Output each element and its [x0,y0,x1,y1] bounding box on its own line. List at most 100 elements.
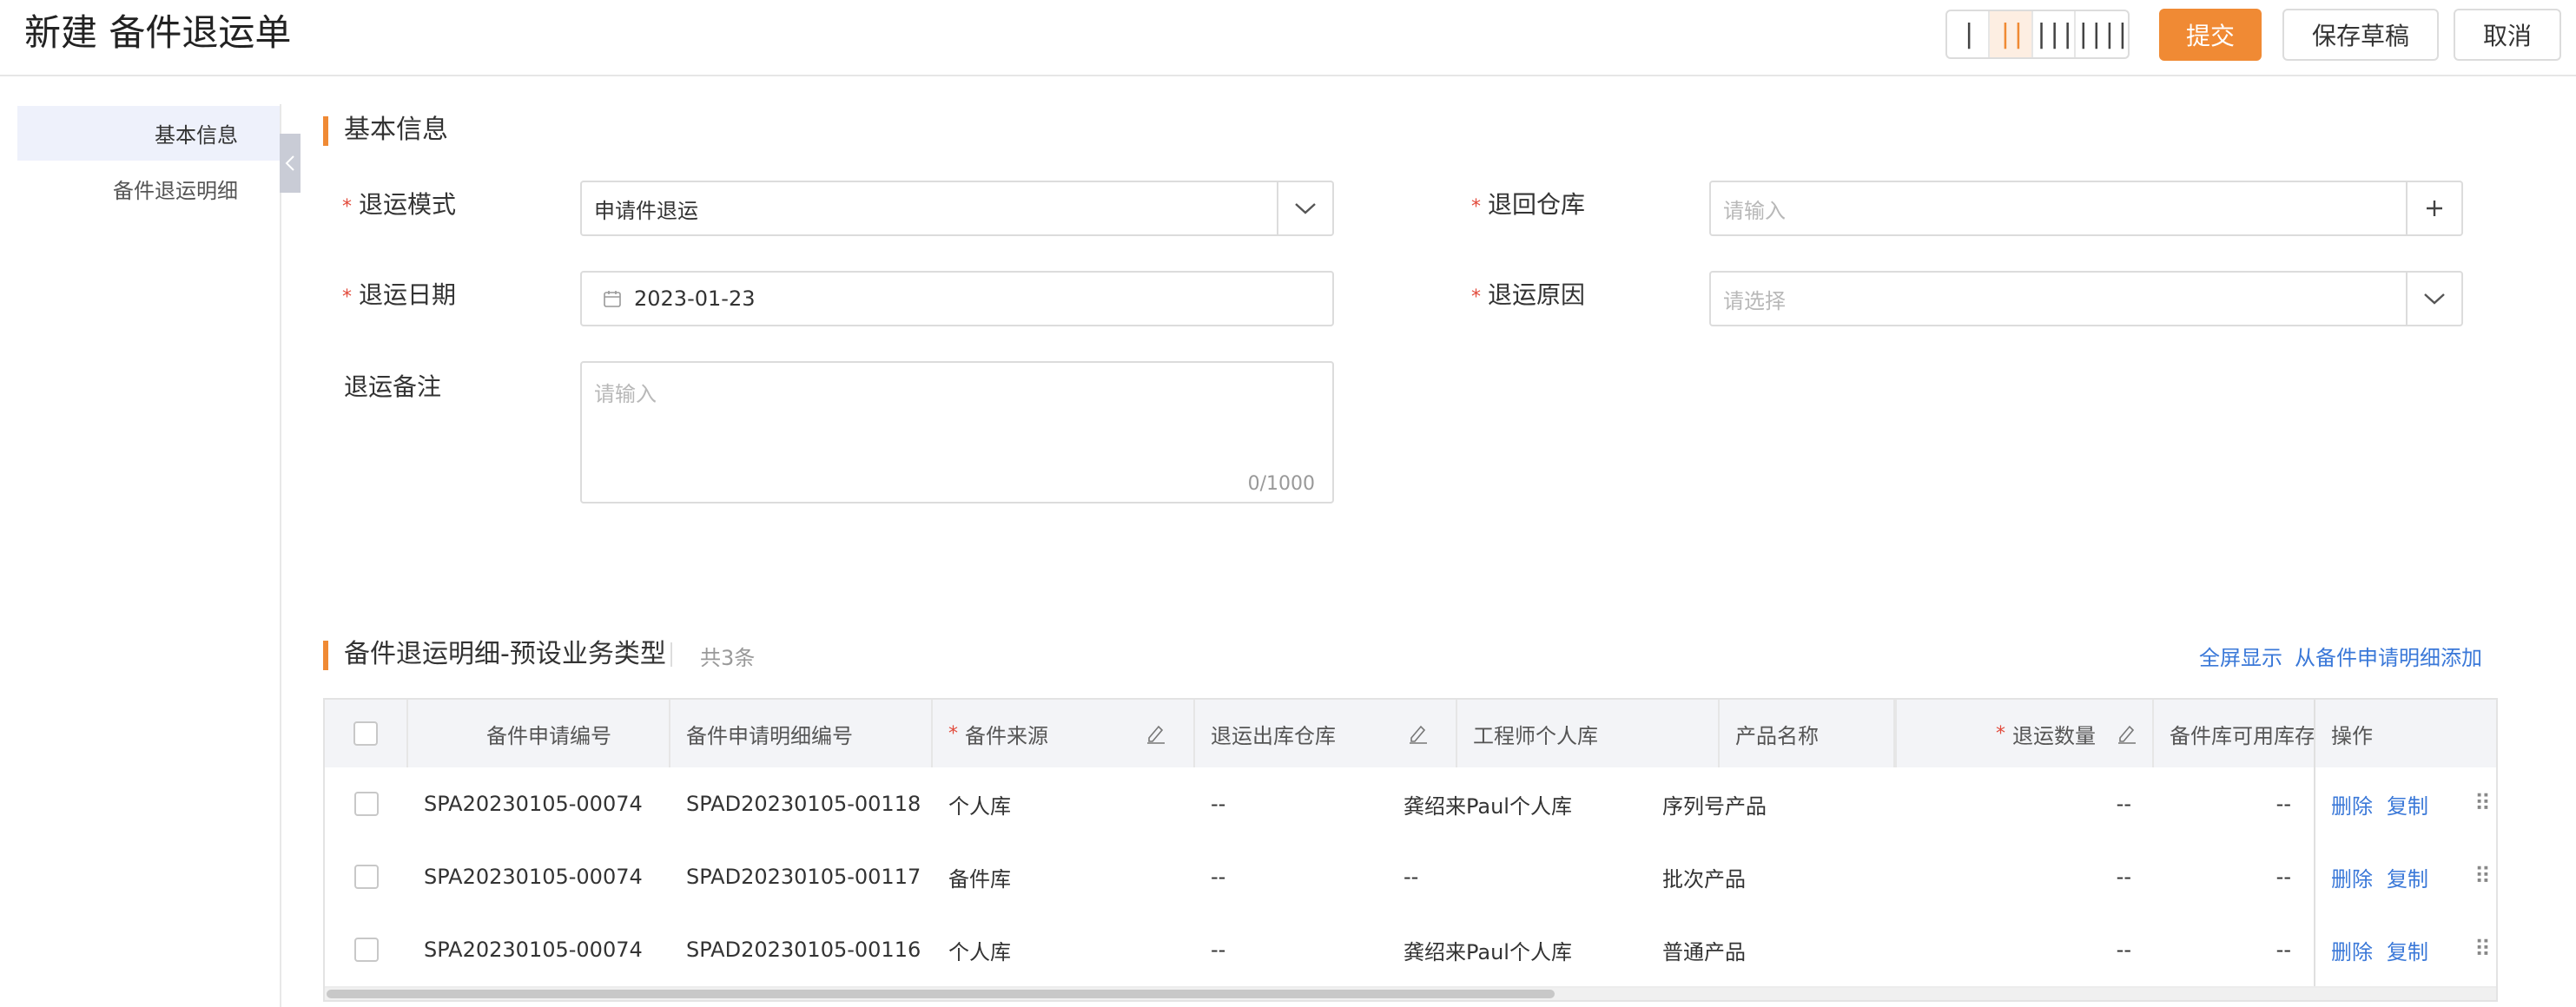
layout-2-column-button[interactable]: || [1990,11,2033,57]
return-date-label: * 退运日期 [342,280,457,309]
table-row: SPA20230105-00074 SPAD20230105-00118 个人库… [325,767,2496,842]
col-header: 操作 [2314,700,2496,767]
cancel-button[interactable]: 取消 [2454,9,2561,61]
col-header: 备件申请明细编号 [670,700,933,767]
fullscreen-link[interactable]: 全屏显示 [2199,641,2282,671]
sidebar-divider [280,104,281,1007]
col-header: 退运出库仓库 [1195,700,1457,767]
select-all-checkbox[interactable] [353,721,378,746]
batch-edit-icon[interactable] [2116,722,2138,745]
return-mode-select[interactable]: 申请件退运 [580,181,1334,236]
select-all-cell [325,700,408,767]
table-header: 备件申请编号 备件申请明细编号 * 备件来源 退运出库仓库 工程师个人库 产品名称… [325,700,2496,767]
required-mark: * [1471,286,1481,308]
delete-link[interactable]: 删除 [2331,935,2373,965]
chevron-left-icon [285,155,294,171]
cell-product: 序列号产品 [1662,793,1767,819]
layout-1-column-button[interactable]: | [1947,11,1991,57]
cell-engineer-store: 龚绍来Paul个人库 [1404,793,1572,819]
title-divider [670,642,672,667]
return-details-table: 备件申请编号 备件申请明细编号 * 备件来源 退运出库仓库 工程师个人库 产品名称… [323,698,2498,1002]
cell-product: 批次产品 [1662,866,1746,892]
drag-handle-icon[interactable]: ⠿ [2474,791,2491,817]
column-layout-switcher: | || ||| |||| [1945,10,2130,59]
return-remark-textarea[interactable]: 请输入 0/1000 [580,361,1334,504]
col-separator [1895,700,1897,767]
chevron-down-icon[interactable] [1277,182,1332,234]
col-header: 备件申请编号 [408,700,670,767]
table-row: SPA20230105-00074 SPAD20230105-00116 个人库… [325,913,2496,988]
copy-link[interactable]: 复制 [2387,789,2428,819]
cell-product: 普通产品 [1662,939,1746,964]
cell-detail-no: SPAD20230105-00117 [686,865,921,889]
return-remark-label: 退运备注 [344,372,442,401]
layout-3-column-button[interactable]: ||| [2033,11,2076,57]
section-accent-bar [323,641,328,670]
cell-source[interactable]: 个人库 [933,913,1195,986]
cell-engineer-store: -- [1404,865,1419,889]
return-date-picker[interactable]: 2023-01-23 [580,271,1334,326]
sidebar-collapse-toggle[interactable] [280,134,301,193]
copy-link[interactable]: 复制 [2387,935,2428,965]
cell-request-no: SPA20230105-00074 [424,938,643,962]
cell-qty[interactable]: -- [1980,840,2154,913]
cell-qty[interactable]: -- [1980,767,2154,840]
batch-edit-icon[interactable] [1145,722,1167,745]
delete-link[interactable]: 删除 [2331,862,2373,892]
section-accent-bar [323,116,328,146]
scrollbar-thumb[interactable] [327,990,1555,998]
layout-4-column-button[interactable]: |||| [2076,11,2128,57]
drag-handle-icon[interactable]: ⠿ [2474,864,2491,890]
plus-icon[interactable] [2406,182,2461,234]
cell-source[interactable]: 个人库 [933,767,1195,840]
header-divider [0,75,2576,76]
calendar-icon [604,291,621,307]
cell-actions: 删除 复制 ⠿ [2314,913,2496,986]
required-mark: * [1471,196,1481,218]
return-warehouse-input[interactable]: 请输入 [1709,181,2463,236]
chevron-down-icon[interactable] [2406,273,2461,325]
required-mark: * [342,196,352,218]
cell-detail-no: SPAD20230105-00116 [686,938,921,962]
cell-qty[interactable]: -- [1980,913,2154,986]
horizontal-scrollbar[interactable] [325,988,2496,1000]
drag-handle-icon[interactable]: ⠿ [2474,937,2491,963]
cell-stock: -- [2275,938,2291,962]
copy-link[interactable]: 复制 [2387,862,2428,892]
row-checkbox[interactable] [354,865,379,889]
row-checkbox[interactable] [354,938,379,962]
return-mode-label: * 退运模式 [342,190,457,219]
table-row: SPA20230105-00074 SPAD20230105-00117 备件库… [325,840,2496,915]
sidebar-item-basic-info[interactable]: 基本信息 [17,106,280,161]
cell-engineer-store: 龚绍来Paul个人库 [1404,939,1572,964]
save-draft-button[interactable]: 保存草稿 [2282,9,2439,61]
cell-request-no: SPA20230105-00074 [424,865,643,889]
cell-stock: -- [2275,792,2291,816]
cell-actions: 删除 复制 ⠿ [2314,840,2496,913]
required-mark: * [948,722,958,745]
row-checkbox[interactable] [354,792,379,816]
sidebar-item-return-details[interactable]: 备件退运明细 [17,161,280,215]
section-title-return-details: 备件退运明细-预设业务类型 [344,639,666,669]
cell-request-no: SPA20230105-00074 [424,792,643,816]
delete-link[interactable]: 删除 [2331,789,2373,819]
col-header: 工程师个人库 [1457,700,1720,767]
add-from-request-link[interactable]: 从备件申请明细添加 [2295,641,2482,671]
return-reason-label: * 退运原因 [1471,280,1586,309]
return-reason-select[interactable]: 请选择 [1709,271,2463,326]
record-count: 共3条 [700,646,756,670]
page-title: 新建 备件退运单 [24,11,292,54]
submit-button[interactable]: 提交 [2159,9,2262,61]
required-mark: * [342,286,352,308]
cell-stock: -- [2275,865,2291,889]
cell-source[interactable]: 备件库 [933,840,1195,913]
col-header: * 退运数量 [1980,700,2154,767]
col-header: * 备件来源 [933,700,1195,767]
required-mark: * [1996,722,2005,745]
cell-actions: 删除 复制 ⠿ [2314,767,2496,840]
cell-detail-no: SPAD20230105-00118 [686,792,921,816]
col-header: 产品名称 [1720,700,1895,767]
batch-edit-icon[interactable] [1407,722,1430,745]
char-counter: 0/1000 [1247,473,1315,495]
return-warehouse-label: * 退回仓库 [1471,190,1586,219]
